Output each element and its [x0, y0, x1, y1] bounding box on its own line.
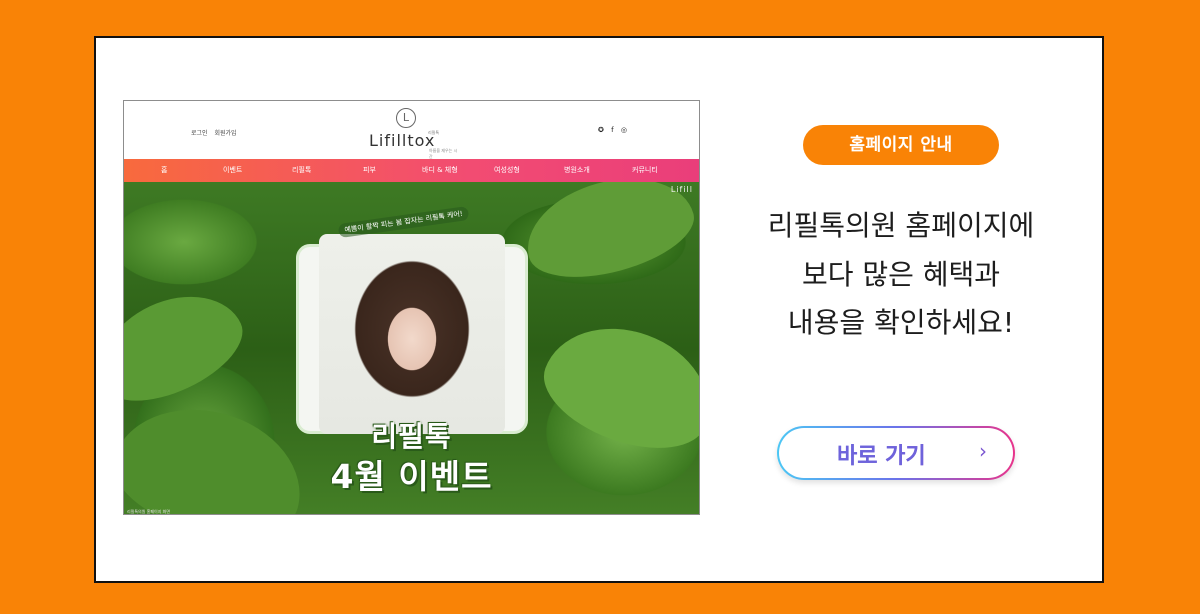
preview-social-icons: ✪ f ◎: [598, 126, 632, 134]
preview-nav-item: 리필톡: [292, 166, 312, 174]
instagram-icon: ◎: [620, 126, 627, 134]
preview-footer-text: 리필톡의원 홈페이지 화면: [127, 509, 171, 514]
homepage-guide-badge: 홈페이지 안내: [803, 125, 999, 165]
preview-nav-bar: 홈 이벤트 리필톡 피부 바디 & 체형 여성성형 병원소개 커뮤니티: [124, 159, 699, 182]
event-title-line2: 4월 이벤트: [330, 457, 493, 496]
preview-nav-item: 바디 & 체형: [422, 166, 458, 174]
message-line-3: 내용을 확인하세요!: [787, 306, 1015, 339]
go-now-button[interactable]: 바로 가기 ›: [777, 426, 1015, 480]
info-card: 로그인 회원가입 L 리필톡 Lifilltox 아름을 재우는 시간 ✪ f …: [94, 36, 1104, 583]
logo-text: Lifilltox: [369, 131, 436, 150]
preview-nav-item: 병원소개: [564, 166, 590, 174]
go-now-label[interactable]: 바로 가기: [837, 438, 926, 470]
preview-nav-item: 홈: [161, 166, 168, 174]
leaf-shape: [124, 274, 256, 420]
leaf-shape: [515, 182, 699, 293]
preview-nav-item: 여성성형: [494, 166, 520, 174]
preview-login-link: 로그인: [191, 130, 208, 137]
preview-nav-item: 이벤트: [223, 166, 243, 174]
event-title-line1: 리필톡: [371, 420, 452, 453]
portrait-image: [319, 234, 505, 434]
kakao-icon: ✪: [598, 126, 604, 134]
preview-hero-banner: Lifill 예쁨이 활짝 피는 봄 잡자는 리필톡 케어! 리필톡 4월 이벤…: [124, 182, 699, 514]
homepage-preview[interactable]: 로그인 회원가입 L 리필톡 Lifilltox 아름을 재우는 시간 ✪ f …: [123, 100, 700, 515]
preview-nav-item: 커뮤니티: [632, 166, 658, 174]
preview-nav-item: 피부: [363, 166, 376, 174]
hero-brand-text: Lifill: [670, 185, 693, 194]
preview-logo: L 리필톡 Lifilltox 아름을 재우는 시간: [369, 106, 459, 159]
chevron-right-icon[interactable]: ›: [979, 439, 987, 463]
message-line-2: 보다 많은 혜택과: [801, 258, 1001, 291]
preview-signup-link: 회원가입: [214, 130, 237, 137]
message-line-1: 리필톡의원 홈페이지에: [767, 209, 1035, 242]
preview-header: 로그인 회원가입 L 리필톡 Lifilltox 아름을 재우는 시간 ✪ f …: [124, 101, 699, 159]
logo-mark-icon: L: [396, 108, 416, 128]
facebook-icon: f: [611, 126, 614, 134]
go-now-button-inner[interactable]: 바로 가기 ›: [779, 428, 1013, 478]
preview-auth-links: 로그인 회원가입: [191, 128, 242, 137]
